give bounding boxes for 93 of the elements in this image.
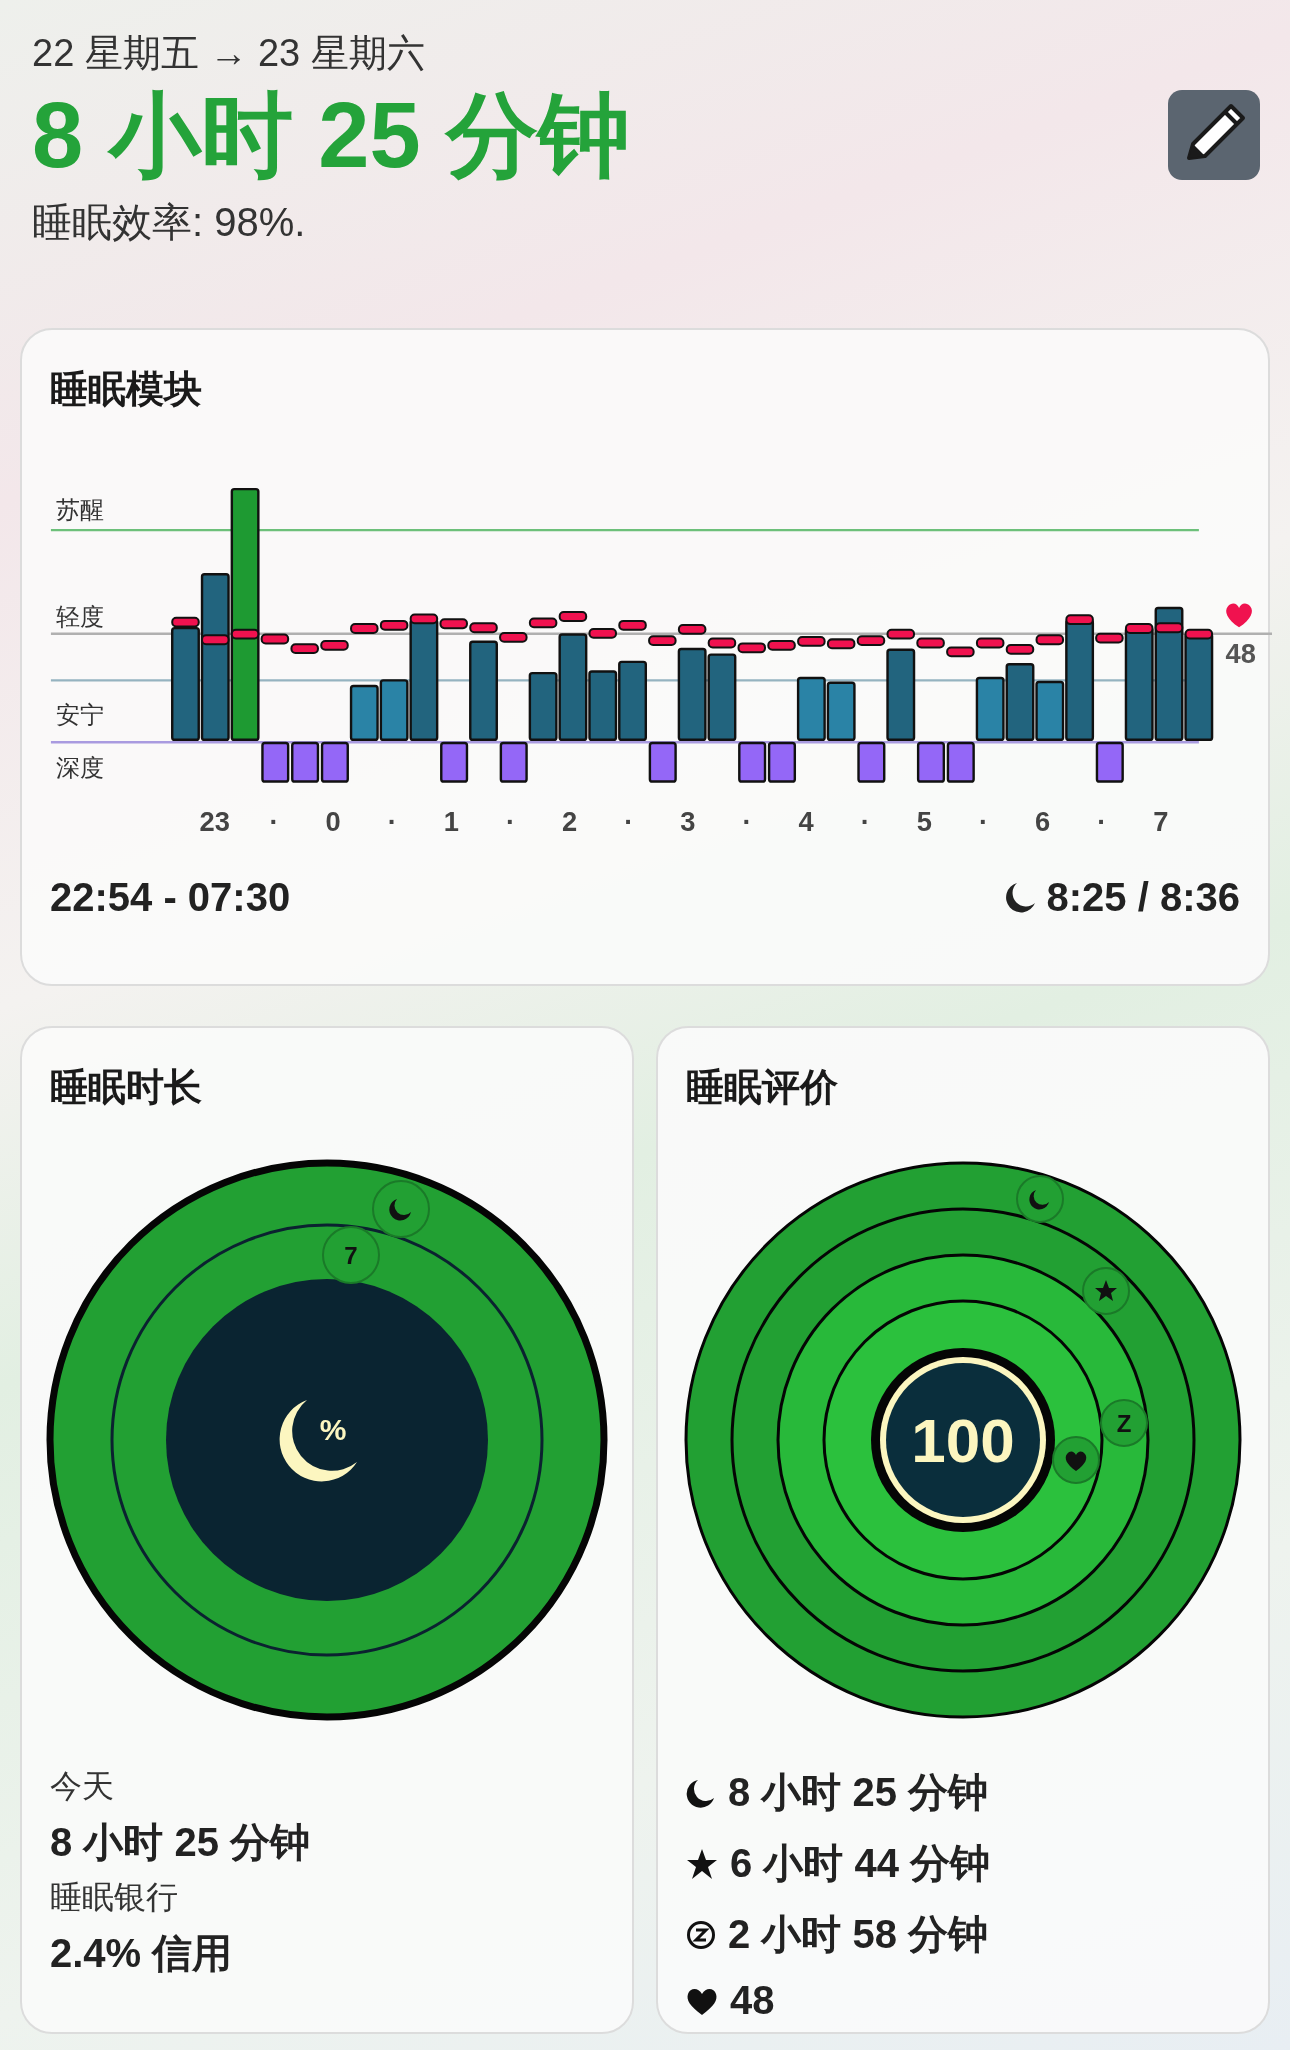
heart-rate-mark	[707, 637, 737, 649]
sleep-stage-bar	[826, 681, 856, 741]
badge-number: 7	[344, 1242, 358, 1269]
hour-label: 3	[680, 806, 696, 835]
date-range: 22 星期五 → 23 星期六	[32, 31, 426, 76]
moon-badge	[1016, 1175, 1064, 1223]
heart-rate-mark	[1035, 634, 1065, 646]
time-range: 22:54 - 07:30	[50, 875, 291, 920]
star-icon	[686, 1847, 718, 1880]
hour-label: 5	[916, 806, 932, 835]
heart-rate-mark	[350, 623, 379, 634]
letter-badge	[1100, 1399, 1148, 1447]
stat-value: 2 小时 58 分钟	[728, 1911, 989, 1958]
hour-label: 4	[798, 806, 814, 835]
card-title: 睡眠评价	[685, 1065, 839, 1110]
stat-value: 48	[730, 1978, 775, 2023]
hour-label: ·	[387, 806, 397, 835]
heart-rate-mark	[886, 628, 916, 640]
percent-symbol: %	[319, 1413, 347, 1446]
heart-rate-mark	[379, 619, 409, 631]
heart-rate-mark	[946, 646, 975, 658]
heart-rate-mark	[469, 622, 498, 634]
heart-rate-mark	[409, 613, 439, 625]
sleep-z-icon	[686, 1919, 716, 1950]
card-title: 睡眠时长	[49, 1065, 203, 1110]
number-badge	[322, 1226, 380, 1284]
hour-label: 23	[199, 806, 230, 835]
sleep-bank-value: 2.4% 信用	[50, 1930, 234, 1977]
today-duration: 8 小时 25 分钟	[50, 1819, 312, 1866]
hour-label: ·	[742, 806, 752, 835]
heart-rate-mark	[1154, 622, 1184, 634]
sleep-stage-bar	[320, 741, 349, 783]
heart-rate-mark	[230, 628, 260, 640]
heart-icon	[1226, 603, 1252, 628]
heart-rate-mark	[975, 637, 1005, 649]
hour-label: ·	[860, 806, 870, 835]
sleep-efficiency: 睡眠效率: 98%.	[32, 198, 307, 246]
hour-label: 7	[1153, 806, 1169, 835]
today-label: 今天	[50, 1767, 115, 1806]
moon-badge	[372, 1180, 430, 1238]
heart-badge	[1052, 1436, 1100, 1484]
hour-label: ·	[624, 806, 634, 835]
card-title: 睡眠模块	[49, 367, 203, 412]
heart-rate-mark	[588, 627, 617, 639]
stat-value: 8 小时 25 分钟	[728, 1769, 989, 1816]
heart-rate-mark	[439, 618, 468, 630]
heart-rate-mark	[1184, 628, 1214, 640]
heart-rate-mark	[201, 634, 230, 646]
heart-rate-mark	[648, 635, 677, 646]
stat-value: 6 小时 44 分钟	[730, 1840, 991, 1887]
hour-label: ·	[269, 806, 279, 835]
star-badge	[1082, 1267, 1130, 1315]
edit-button[interactable]	[1168, 90, 1260, 180]
heart-rate-mark	[499, 631, 528, 643]
heart-rate-value: 48	[1225, 637, 1256, 669]
heart-rate-mark	[558, 611, 588, 622]
hour-label: 6	[1034, 806, 1051, 835]
badge-letter: Z	[1116, 1410, 1132, 1437]
hour-label: ·	[505, 806, 515, 835]
heart-rate-mark	[1065, 614, 1094, 626]
sleep-stage-bar	[349, 684, 379, 741]
heart-rate-mark	[171, 616, 200, 628]
moon-icon	[279, 1400, 357, 1482]
hour-label: ·	[978, 806, 988, 835]
stage-label: 深度	[55, 753, 104, 781]
heart-rate-mark	[797, 635, 826, 647]
sleep-bank-label: 睡眠银行	[50, 1878, 179, 1917]
heart-rate-mark	[1005, 644, 1035, 655]
sleep-duration-title: 8 小时 25 分钟	[32, 83, 631, 188]
heart-rate-mark	[320, 639, 349, 651]
heart-rate-mark	[618, 619, 647, 631]
heart-rate-mark	[260, 633, 290, 645]
stage-label: 安宁	[55, 700, 104, 728]
heart-rate-mark	[916, 637, 945, 649]
hour-label: 1	[443, 806, 459, 835]
heart-rate-mark	[290, 643, 319, 655]
moon-icon	[686, 1777, 716, 1808]
heart-rate-mark	[528, 617, 558, 629]
heart-rate-mark	[677, 623, 707, 635]
hour-label: 2	[561, 806, 578, 835]
sleep-stage-bar	[291, 741, 320, 783]
stage-label: 轻度	[55, 602, 104, 630]
heart-rate-mark	[1095, 632, 1124, 644]
stage-label: 苏醒	[55, 496, 104, 524]
heart-rate-mark	[826, 638, 856, 650]
heart-rate-mark	[737, 642, 766, 654]
sleep-total: 8:25 / 8:36	[1046, 875, 1240, 920]
hour-label: 0	[325, 806, 341, 835]
hour-label: ·	[1097, 806, 1107, 835]
heart-rate-mark	[767, 639, 796, 651]
sleep-score: 100	[911, 1406, 1015, 1475]
heart-rate-mark	[1124, 623, 1154, 634]
heart-rate-mark	[856, 635, 886, 646]
